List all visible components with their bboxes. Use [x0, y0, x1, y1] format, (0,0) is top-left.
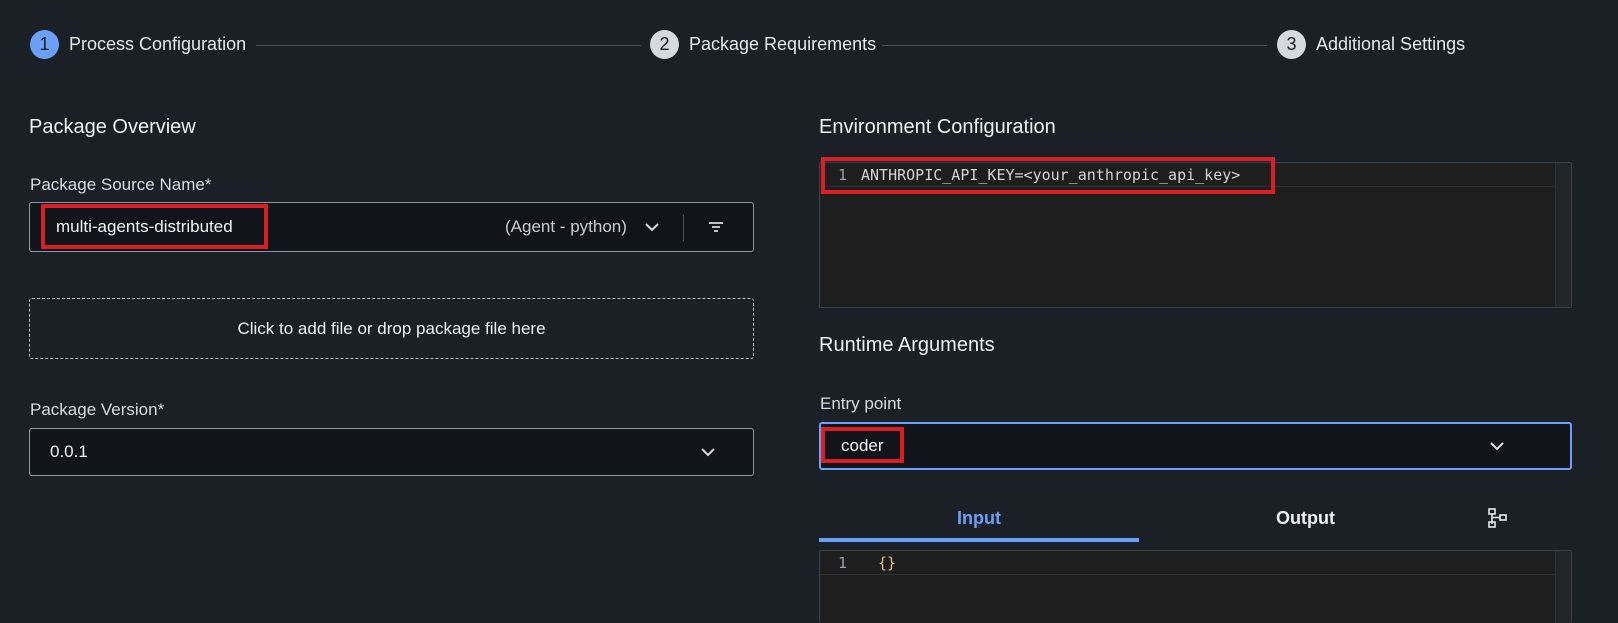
env-config-editor[interactable]: 1 ANTHROPIC_API_KEY=<your_anthropic_api_… [819, 162, 1572, 308]
step-2-label[interactable]: Package Requirements [689, 34, 876, 55]
step-connector-2 [882, 45, 1267, 46]
entry-point-label: Entry point [820, 394, 902, 413]
tree-structure-icon[interactable] [1487, 507, 1509, 529]
line-number: 1 [838, 554, 848, 572]
tab-input-underline [819, 538, 1139, 542]
select-divider [683, 215, 684, 241]
step-3-circle[interactable]: 3 [1277, 30, 1306, 59]
step-connector-1 [256, 45, 641, 46]
editor-scrollbar[interactable] [1555, 163, 1571, 307]
editor-scrollbar[interactable] [1555, 551, 1571, 623]
env-code-line[interactable]: ANTHROPIC_API_KEY=<your_anthropic_api_ke… [861, 166, 1240, 184]
json-code-line[interactable]: {} [878, 554, 896, 572]
step-2-number: 2 [659, 34, 670, 54]
package-dropzone[interactable]: Click to add file or drop package file h… [29, 298, 754, 359]
package-version-label: Package Version* [30, 400, 165, 419]
entry-point-select[interactable]: coder [819, 422, 1572, 470]
dropzone-text: Click to add file or drop package file h… [237, 318, 546, 338]
step-1-number: 1 [39, 34, 50, 54]
package-overview-title: Package Overview [29, 116, 196, 138]
package-version-value: 0.0.1 [50, 442, 88, 461]
step-2-circle[interactable]: 2 [650, 30, 679, 59]
package-version-select[interactable]: 0.0.1 [29, 428, 754, 476]
chevron-down-icon[interactable] [1489, 440, 1505, 452]
current-line-highlight [820, 551, 1571, 575]
filter-icon[interactable] [708, 220, 724, 234]
step-1-label[interactable]: Process Configuration [69, 34, 246, 55]
chevron-down-icon[interactable] [700, 446, 716, 458]
entry-point-value: coder [841, 436, 884, 455]
package-source-label: Package Source Name* [30, 175, 212, 194]
io-json-editor[interactable]: 1 {} [819, 550, 1572, 623]
package-source-value: multi-agents-distributed [56, 217, 233, 236]
step-1-circle[interactable]: 1 [30, 30, 59, 59]
runtime-arguments-title: Runtime Arguments [819, 334, 995, 356]
package-type-tag: (Agent - python) [505, 217, 627, 236]
tab-input[interactable]: Input [819, 508, 1139, 529]
step-3-label[interactable]: Additional Settings [1316, 34, 1465, 55]
environment-configuration-title: Environment Configuration [819, 116, 1056, 138]
tab-output[interactable]: Output [1139, 508, 1472, 529]
package-source-select[interactable]: multi-agents-distributed (Agent - python… [29, 202, 754, 252]
line-number: 1 [838, 166, 848, 184]
step-3-number: 3 [1286, 34, 1297, 54]
chevron-down-icon[interactable] [644, 221, 660, 233]
